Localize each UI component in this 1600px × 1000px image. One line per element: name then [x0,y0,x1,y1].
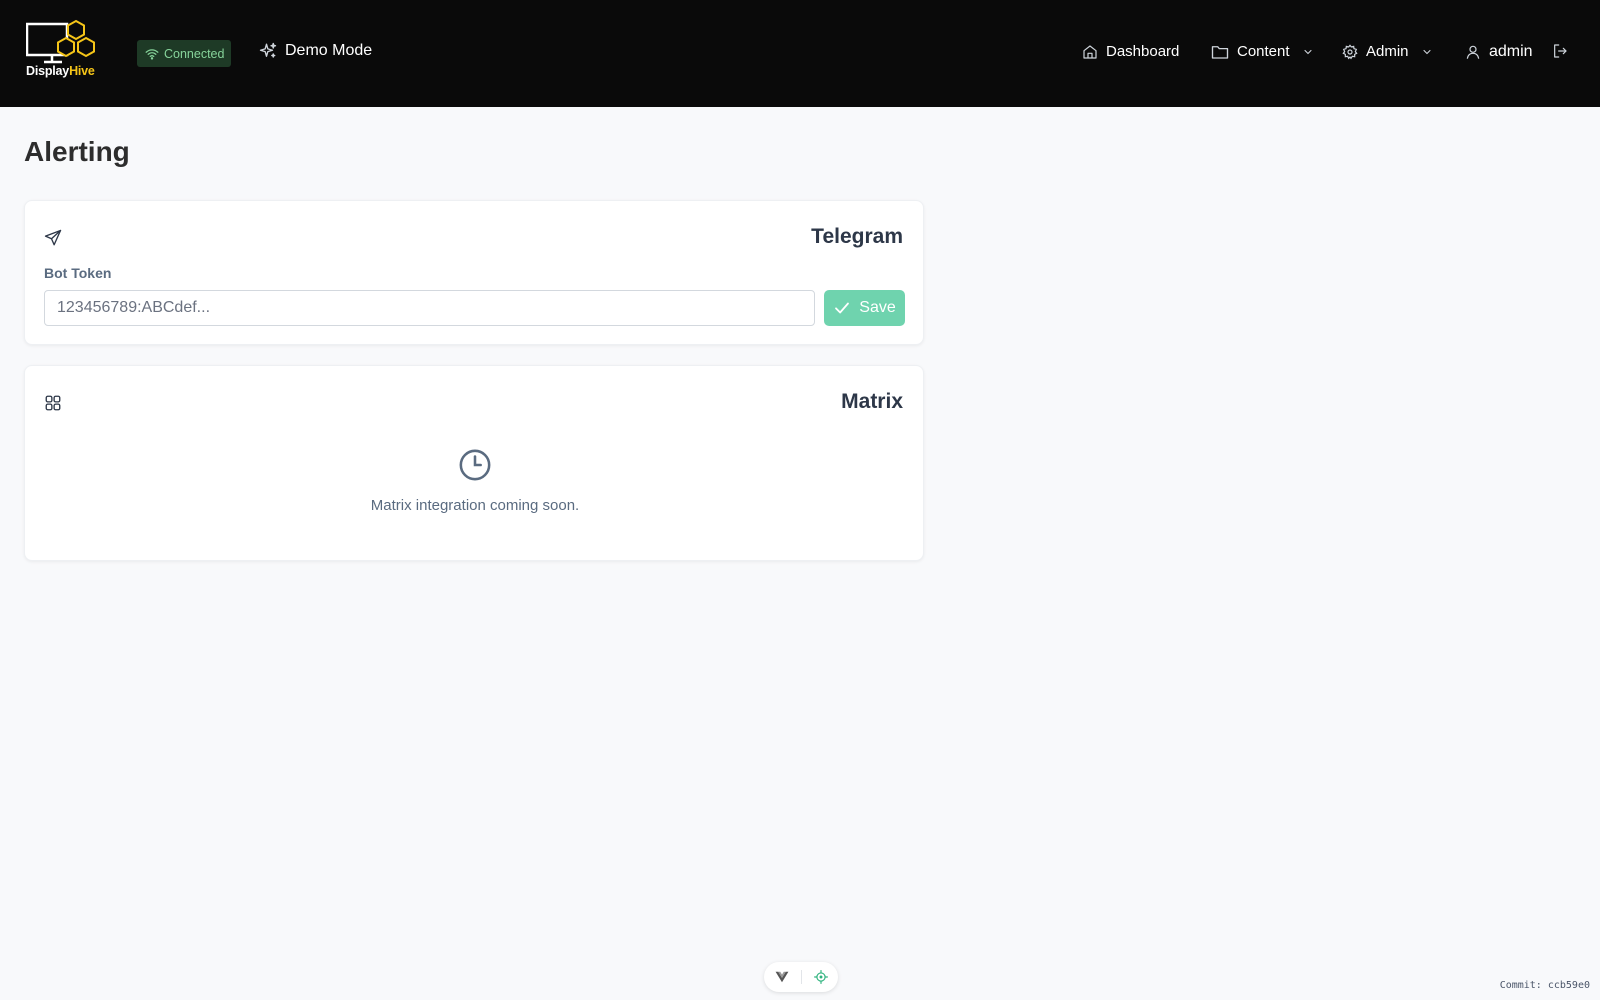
nav-dashboard-label: Dashboard [1106,43,1180,60]
user-icon [1465,44,1481,60]
matrix-title: Matrix [841,390,903,413]
folder-icon [1211,44,1229,60]
demo-mode-indicator[interactable]: Demo Mode [259,42,372,60]
devtools-toolbar [764,962,838,992]
wifi-icon [145,48,159,60]
nav-admin-label: Admin [1366,43,1409,60]
save-button-label: Save [859,299,896,316]
nav-user-label: admin [1489,43,1533,60]
connection-status-text: Connected [164,46,225,61]
check-icon [833,299,851,317]
brand-name-display: Display [26,64,70,78]
nav-content-label: Content [1237,43,1290,60]
bot-token-input[interactable] [44,290,815,326]
send-icon [44,229,62,252]
matrix-coming-soon-text: Matrix integration coming soon. [370,497,580,514]
connection-status-badge: Connected [137,40,231,67]
nav-admin[interactable]: Admin [1342,43,1433,60]
top-navbar: DisplayHive Connected Demo Mode Dashboar… [0,0,1600,107]
monitor-hive-icon [26,19,95,64]
chevron-down-icon [1421,46,1433,58]
brand-name: DisplayHive [26,64,95,78]
grid-icon [44,394,62,417]
bot-token-label: Bot Token [44,265,112,281]
commit-hash: Commit: ccb59e0 [1499,980,1590,991]
chevron-down-icon [1302,46,1314,58]
gear-icon [1342,43,1358,60]
nav-content[interactable]: Content [1211,43,1314,60]
nav-user-menu[interactable]: admin [1465,43,1533,61]
displayhive-logo[interactable]: DisplayHive [26,18,100,82]
nav-dashboard[interactable]: Dashboard [1082,43,1179,60]
logout-button[interactable] [1552,43,1568,59]
telegram-card: Telegram Bot Token Save [24,200,924,345]
home-icon [1082,44,1098,60]
vue-devtools-icon[interactable] [775,971,789,983]
demo-mode-label: Demo Mode [285,42,373,59]
brand-name-hive: Hive [69,64,95,78]
matrix-card: Matrix Matrix integration coming soon. [24,365,924,561]
clock-icon [458,448,492,487]
logout-icon [1552,43,1568,59]
telegram-title: Telegram [811,225,903,248]
inspector-target-icon[interactable] [813,970,828,984]
sparkles-icon [259,42,277,58]
page-title: Alerting [24,136,130,167]
pill-divider [800,970,802,984]
coming-soon-notice: Matrix integration coming soon. [25,448,925,514]
save-button[interactable]: Save [824,290,905,326]
